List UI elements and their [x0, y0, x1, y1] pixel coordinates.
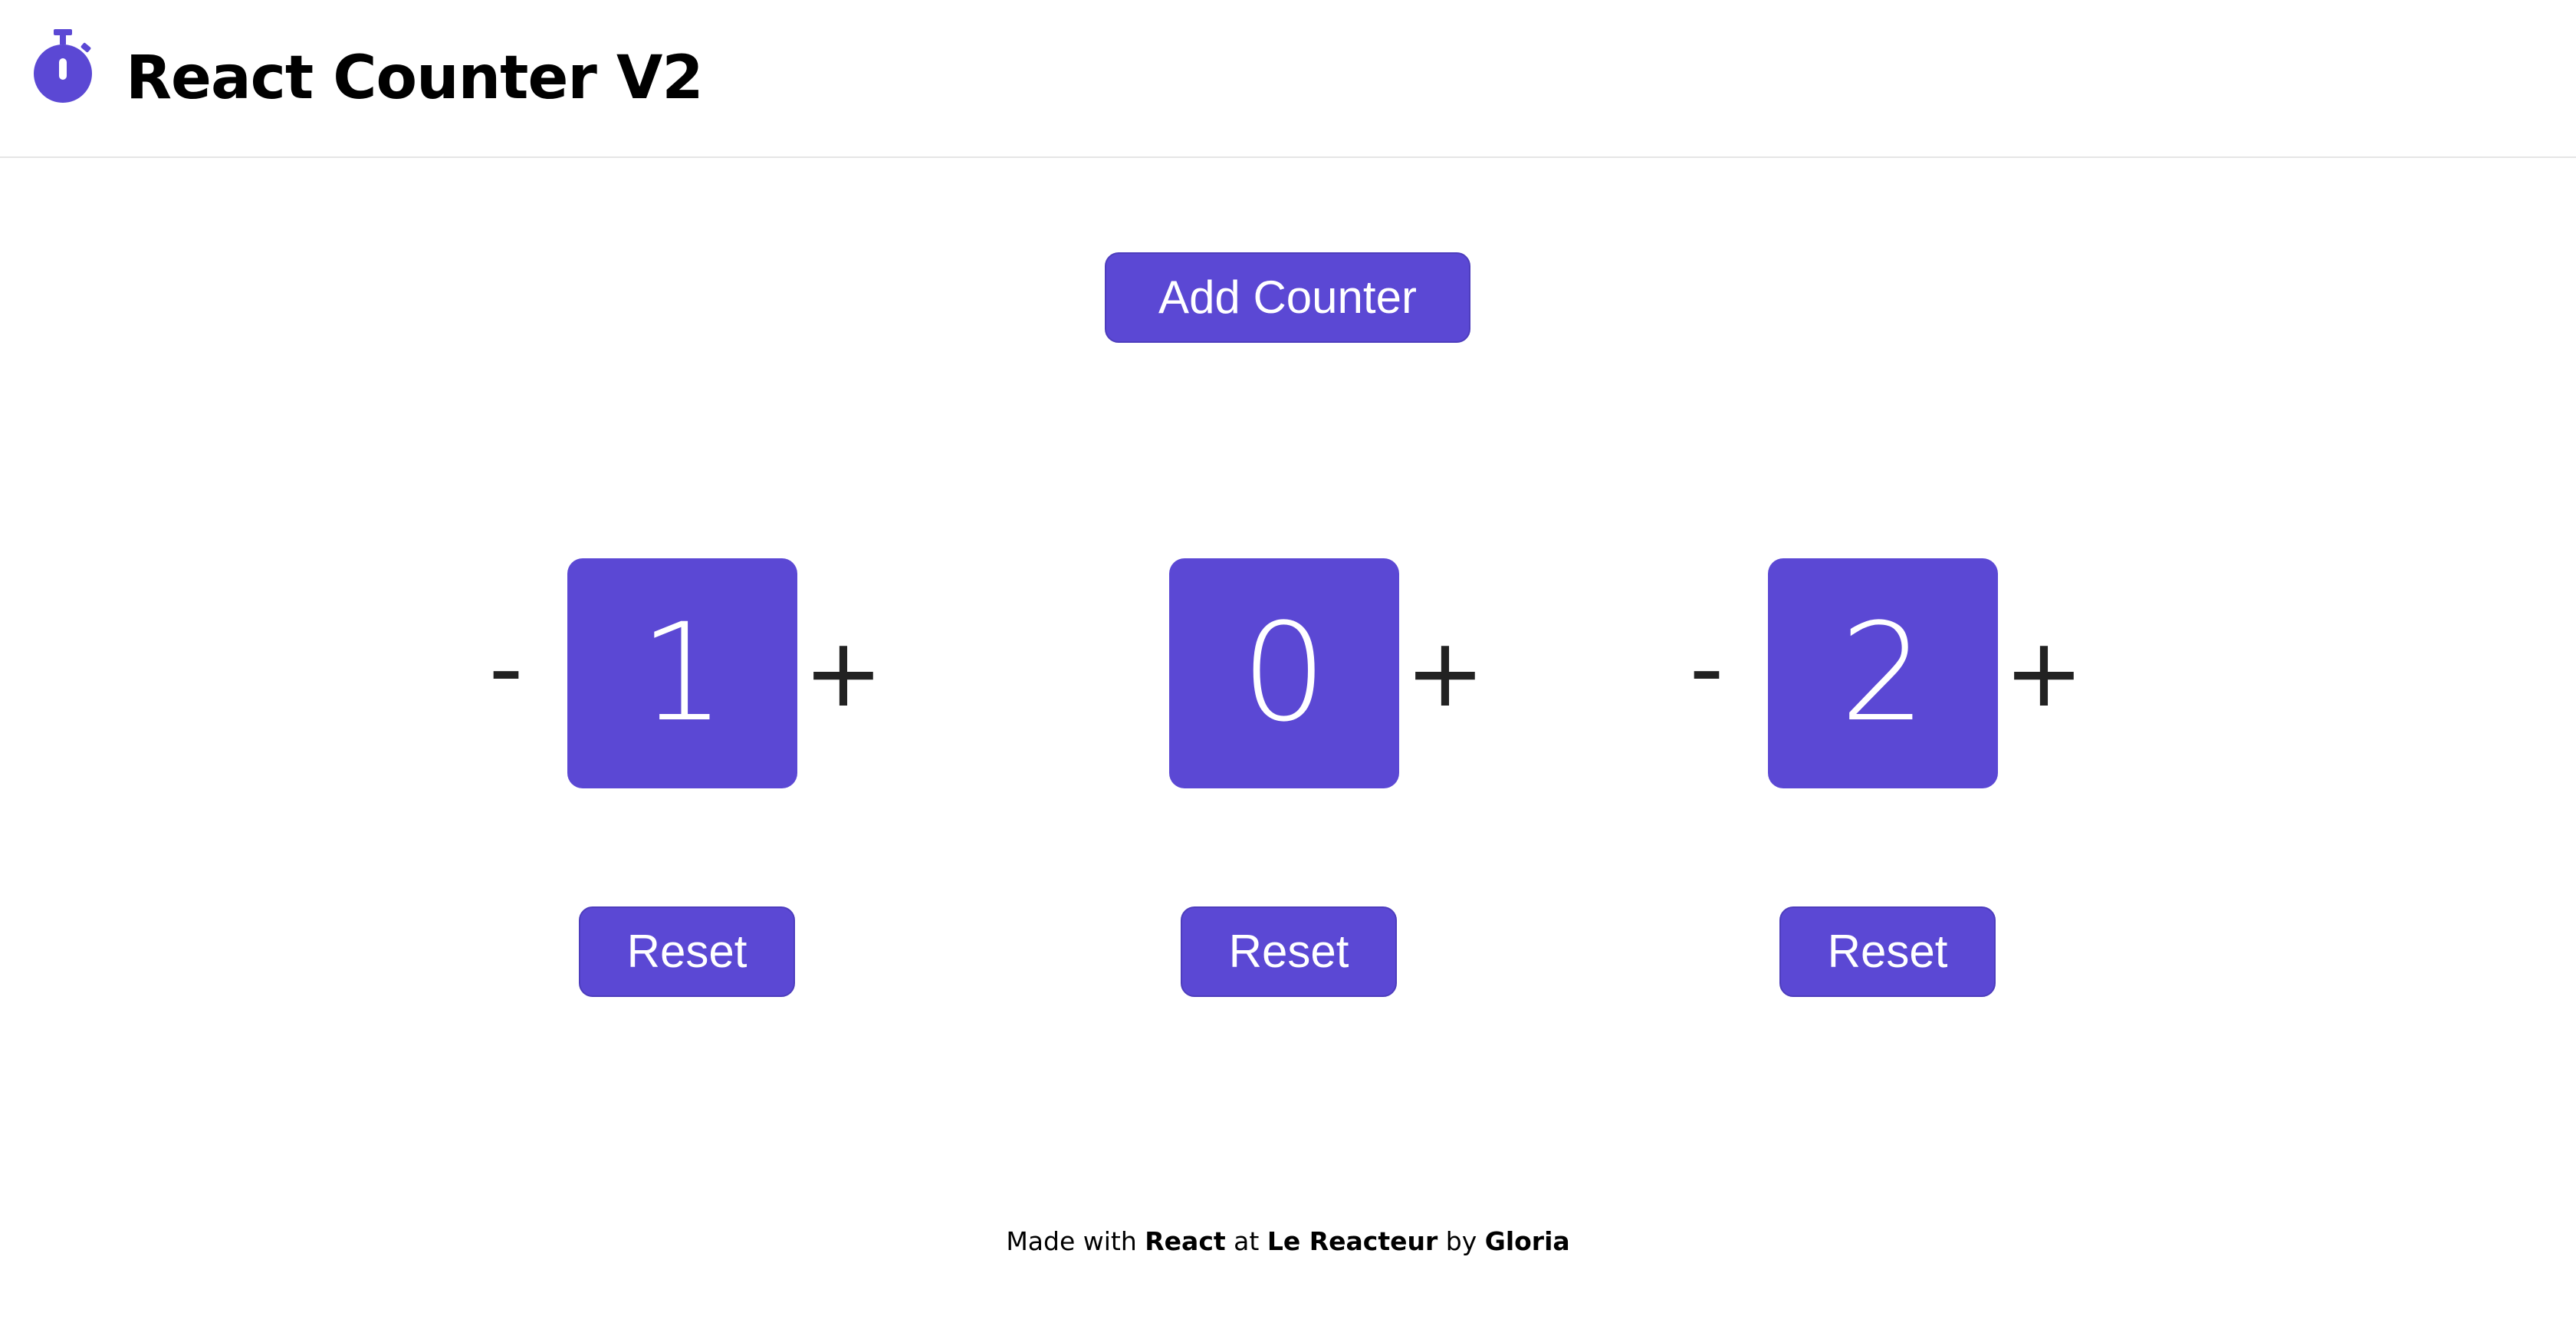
- reset-button[interactable]: Reset: [579, 906, 795, 997]
- counter-card: 0 + Reset: [1062, 558, 1491, 1003]
- increment-button[interactable]: +: [1399, 558, 1491, 788]
- app-header: React Counter V2: [0, 0, 2576, 158]
- decrement-button[interactable]: -: [1661, 554, 1753, 784]
- page-title: React Counter V2: [126, 44, 704, 113]
- footer: Made with React at Le Reacteur by Gloria: [0, 1222, 2576, 1261]
- footer-react-link[interactable]: React: [1145, 1226, 1225, 1256]
- counter-value: 0: [1169, 558, 1399, 788]
- footer-text: Made with: [1006, 1226, 1145, 1256]
- reset-button[interactable]: Reset: [1181, 906, 1397, 997]
- footer-text: by: [1438, 1226, 1485, 1256]
- counter-card: - 1 + Reset: [460, 558, 889, 1003]
- add-counter-button[interactable]: Add Counter: [1105, 252, 1470, 343]
- increment-button[interactable]: +: [1998, 558, 2090, 788]
- reset-button[interactable]: Reset: [1779, 906, 1996, 997]
- increment-button[interactable]: +: [797, 558, 889, 788]
- footer-le-reacteur-link[interactable]: Le Reacteur: [1267, 1226, 1438, 1256]
- stopwatch-icon: [34, 29, 92, 103]
- counter-card: - 2 + Reset: [1661, 558, 2090, 1003]
- footer-author-link[interactable]: Gloria: [1485, 1226, 1570, 1256]
- footer-text: at: [1225, 1226, 1267, 1256]
- decrement-button[interactable]: -: [460, 554, 552, 784]
- decrement-button[interactable]: [1062, 554, 1154, 784]
- app-page: React Counter V2 Add Counter - 1 + Reset…: [0, 0, 2576, 1339]
- counter-value: 2: [1768, 558, 1998, 788]
- counter-value: 1: [567, 558, 797, 788]
